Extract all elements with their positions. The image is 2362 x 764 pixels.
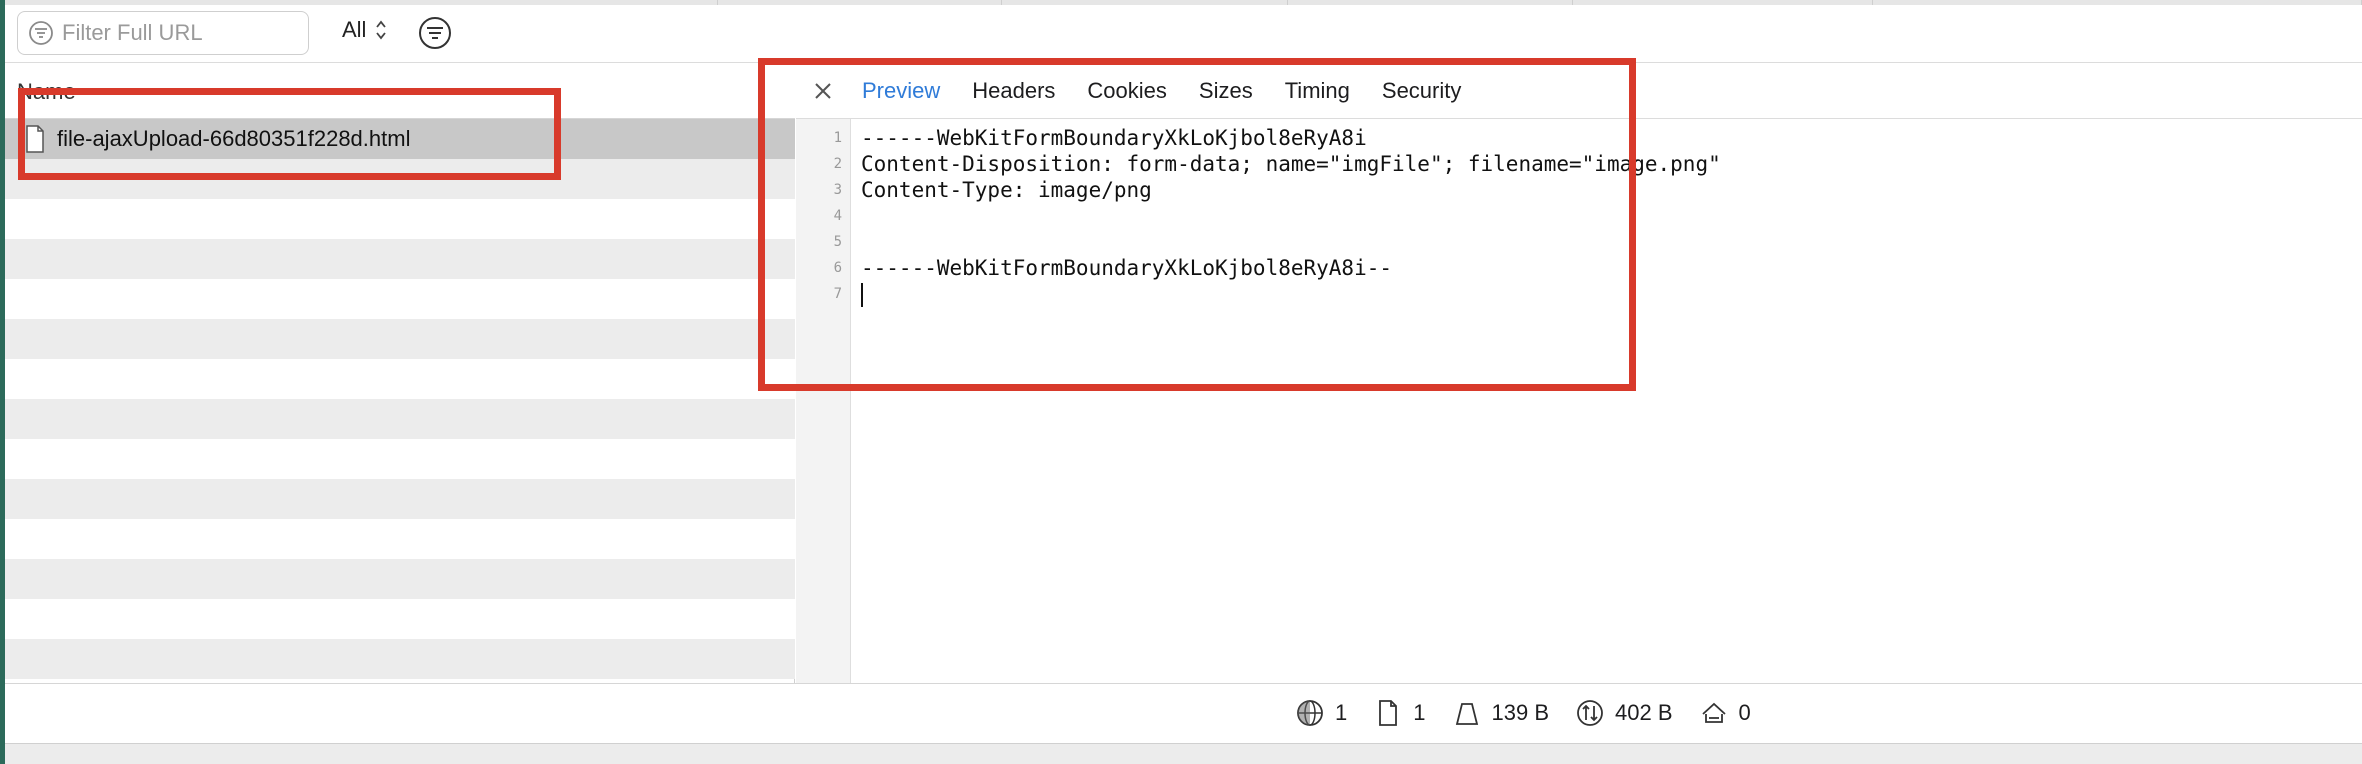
line-number: 3 xyxy=(833,182,842,198)
status-bar: 1 1 139 B 402 B 0 xyxy=(5,683,2362,743)
globe-icon xyxy=(1297,700,1323,726)
list-row xyxy=(5,239,795,279)
list-row xyxy=(5,359,795,399)
scope-label: All xyxy=(342,17,367,42)
list-row xyxy=(5,199,795,239)
filter-icon xyxy=(29,21,53,45)
list-row xyxy=(5,519,795,559)
request-row-selected[interactable]: file-ajaxUpload-66d80351f228d.html xyxy=(5,119,795,159)
requests-stat: 1 xyxy=(1295,698,1347,728)
name-column-header[interactable]: Name xyxy=(5,63,795,119)
errors-count: 0 xyxy=(1738,700,1751,725)
document-icon xyxy=(1379,700,1398,726)
line-number: 6 xyxy=(833,260,842,276)
chevron-updown-icon xyxy=(376,20,387,40)
request-list: file-ajaxUpload-66d80351f228d.html xyxy=(5,119,795,679)
line-number: 4 xyxy=(833,208,842,224)
house-arrow-icon xyxy=(1701,702,1726,723)
code-line: ------WebKitFormBoundaryXkLoKjbol8eRyA8i… xyxy=(861,256,1393,280)
tab-security[interactable]: Security xyxy=(1382,78,1461,104)
bottom-bar xyxy=(5,743,2362,764)
status-stats: 1 1 139 B 402 B 0 xyxy=(1295,698,1751,728)
code-lines: ------WebKitFormBoundaryXkLoKjbol8eRyA8i… xyxy=(851,119,1721,683)
code-line: ------WebKitFormBoundaryXkLoKjbol8eRyA8i xyxy=(861,126,1367,150)
list-row xyxy=(5,319,795,359)
errors-stat: 0 xyxy=(1699,698,1751,728)
transferred-stat: 139 B xyxy=(1452,698,1550,728)
tab-sizes[interactable]: Sizes xyxy=(1199,78,1253,104)
resources-count: 1 xyxy=(1413,700,1426,725)
list-row xyxy=(5,599,795,639)
weight-icon xyxy=(1455,703,1478,725)
filter-bar: All xyxy=(5,5,2362,63)
scope-select[interactable]: All xyxy=(342,17,388,43)
code-line: Content-Disposition: form-data; name="im… xyxy=(861,152,1721,176)
filter-field[interactable] xyxy=(17,11,309,55)
size-stat: 402 B xyxy=(1575,698,1673,728)
line-number-gutter: 1 2 3 4 5 6 7 xyxy=(796,119,851,683)
tab-preview[interactable]: Preview xyxy=(862,78,940,104)
request-filename: file-ajaxUpload-66d80351f228d.html xyxy=(57,126,411,151)
list-row xyxy=(5,559,795,599)
text-caret xyxy=(861,283,863,307)
list-row xyxy=(5,159,795,199)
line-number: 2 xyxy=(833,156,842,172)
preview-editor[interactable]: 1 2 3 4 5 6 7 ------WebKitFormBoundaryXk… xyxy=(796,119,2362,683)
list-row xyxy=(5,399,795,439)
transferred-size: 139 B xyxy=(1491,700,1550,725)
line-number: 7 xyxy=(833,286,842,302)
detail-tabs: Preview Headers Cookies Sizes Timing Sec… xyxy=(796,63,2362,119)
list-row xyxy=(5,439,795,479)
code-line-cursor xyxy=(861,281,1721,307)
code-line: Content-Type: image/png xyxy=(861,178,1152,202)
list-row xyxy=(5,479,795,519)
document-icon xyxy=(26,125,44,153)
line-number: 5 xyxy=(833,234,842,250)
tab-timing[interactable]: Timing xyxy=(1285,78,1350,104)
name-column-label: Name xyxy=(17,79,76,104)
close-icon[interactable] xyxy=(808,76,838,106)
tab-headers[interactable]: Headers xyxy=(972,78,1055,104)
request-list-panel: Name file-ajaxUpload-66d80351f228d.html xyxy=(5,63,795,683)
filter-options-icon[interactable] xyxy=(417,15,453,51)
up-down-arrows-icon xyxy=(1577,700,1603,726)
filter-url-input[interactable] xyxy=(62,20,302,46)
requests-count: 1 xyxy=(1335,700,1348,725)
list-row xyxy=(5,279,795,319)
list-row xyxy=(5,639,795,679)
resource-size: 402 B xyxy=(1615,700,1673,725)
detail-panel: Preview Headers Cookies Sizes Timing Sec… xyxy=(796,63,2362,683)
tab-cookies[interactable]: Cookies xyxy=(1087,78,1166,104)
line-number: 1 xyxy=(833,130,842,146)
resources-stat: 1 xyxy=(1373,698,1426,728)
